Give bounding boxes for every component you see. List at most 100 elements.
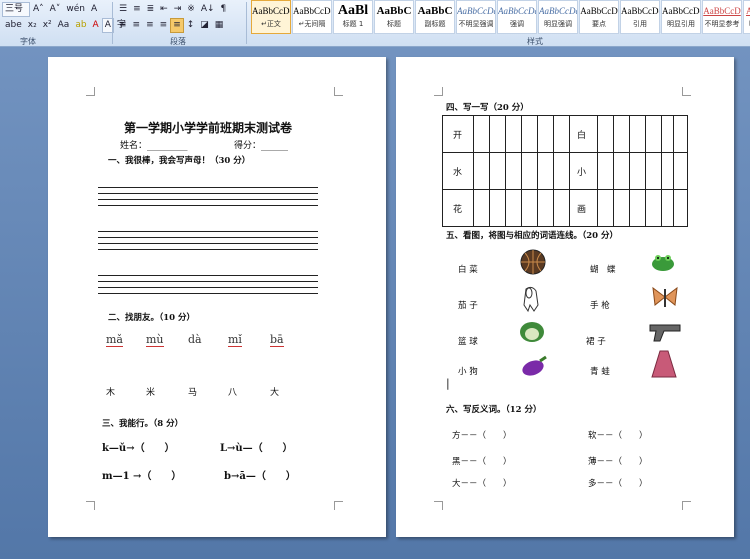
word-left: 小 狗 bbox=[458, 367, 478, 377]
justify-icon[interactable]: ≡ bbox=[157, 18, 171, 33]
shrink-font-icon[interactable]: A˅ bbox=[47, 2, 64, 17]
page-1[interactable]: 第一学期小学学前班期末测试卷 姓名：_________ 得分：______ 一、… bbox=[48, 57, 386, 537]
writing-grid: 开 水 花 白 小 画 bbox=[442, 115, 688, 227]
score-label: 得分：______ bbox=[234, 141, 289, 151]
text-cursor: | bbox=[446, 377, 450, 390]
line-spacing-icon[interactable]: ↕ bbox=[184, 18, 198, 33]
antonym-right: 软－－（ ） bbox=[588, 431, 648, 441]
strike-icon[interactable]: abe bbox=[2, 18, 25, 33]
grid-char: 水 bbox=[453, 168, 463, 178]
shading-icon[interactable]: ◪ bbox=[197, 18, 212, 33]
style-gallery-item[interactable]: AaBbCcDc 明显强调 bbox=[538, 0, 578, 34]
word-left: 篮 球 bbox=[458, 337, 478, 347]
style-gallery-item[interactable]: AaBbCcDc 引用 bbox=[620, 0, 660, 34]
name-label: 姓名：_________ bbox=[120, 141, 188, 151]
grid-char: 开 bbox=[453, 131, 463, 141]
grid-col-line bbox=[613, 116, 614, 226]
grid-char: 小 bbox=[577, 168, 587, 178]
grid-col-line bbox=[521, 116, 522, 226]
margin-mark bbox=[682, 87, 691, 96]
highlight-icon[interactable]: ab bbox=[72, 18, 89, 33]
style-sample: AaBl bbox=[337, 3, 369, 18]
section-4-heading: 四、写一写（20 分） bbox=[446, 103, 529, 113]
char-item: 马 bbox=[188, 388, 198, 398]
style-name: 要点 bbox=[592, 20, 606, 28]
writing-line bbox=[98, 205, 318, 206]
margin-mark bbox=[86, 87, 95, 96]
pinyin-text: bā bbox=[270, 333, 284, 347]
grid-col-line bbox=[505, 116, 506, 226]
exam-title: 第一学期小学学前班期末测试卷 bbox=[124, 121, 293, 135]
cabbage-icon bbox=[520, 322, 544, 342]
style-gallery-item[interactable]: AaBbCcDc ↵无间隔 bbox=[292, 0, 332, 34]
style-name: 明显强调 bbox=[544, 20, 572, 28]
style-sample: AaBbCcDc bbox=[621, 6, 659, 16]
distributed-icon[interactable]: ≡ bbox=[170, 17, 184, 33]
divider bbox=[246, 2, 247, 44]
grid-row-line bbox=[443, 152, 687, 153]
style-gallery-item[interactable]: AaBbCcDc 强调 bbox=[497, 0, 537, 34]
grid-col-line bbox=[489, 116, 490, 226]
writing-line bbox=[98, 281, 318, 282]
pinyin-text: mǐ bbox=[228, 333, 242, 347]
document-area[interactable]: 第一学期小学学前班期末测试卷 姓名：_________ 得分：______ 一、… bbox=[0, 47, 750, 559]
margin-mark bbox=[334, 87, 343, 96]
style-gallery-item[interactable]: AaBbCcDc ↵正文 bbox=[251, 0, 291, 34]
style-name: 副标题 bbox=[424, 20, 446, 28]
style-sample: AaBbCcDc bbox=[539, 6, 577, 16]
page-2[interactable]: 四、写一写（20 分） 开 水 花 白 小 画 五、看图，将图与相应的词语连线。… bbox=[396, 57, 734, 537]
show-marks-icon[interactable]: ¶ bbox=[218, 2, 230, 17]
style-gallery-item[interactable]: AaBbCcD 要点 bbox=[579, 0, 619, 34]
pinyin-item: bā bbox=[270, 333, 284, 347]
bullets-icon[interactable]: ☰ bbox=[116, 2, 130, 17]
increase-indent-icon[interactable]: ⇥ bbox=[171, 2, 185, 17]
exercise-1: k—ǔ→（ ） bbox=[102, 443, 175, 454]
writing-line bbox=[98, 237, 318, 238]
paragraph-row-1: ☰ ≡ ≣ ⇤ ⇥ ※ A↓ ¶ bbox=[116, 2, 229, 16]
align-left-icon[interactable]: ≡ bbox=[116, 18, 130, 33]
style-gallery-item[interactable]: AaBbCcDc 不明显强调 bbox=[456, 0, 496, 34]
superscript-icon[interactable]: x² bbox=[40, 18, 55, 33]
writing-line bbox=[98, 275, 318, 276]
word-right: 青 蛙 bbox=[590, 367, 610, 377]
antonym-right: 多－－（ ） bbox=[588, 479, 648, 489]
style-sample: AaBbC bbox=[417, 5, 453, 17]
style-name: 标题 1 bbox=[342, 20, 364, 28]
group-styles-label: 样式 bbox=[527, 37, 543, 46]
style-sample: AaBbCcDc bbox=[252, 6, 290, 16]
style-gallery-item[interactable]: AaBbC 标题 bbox=[374, 0, 414, 34]
style-name: 明显参考 bbox=[744, 19, 750, 29]
numbering-icon[interactable]: ≡ bbox=[130, 2, 144, 17]
pistol-icon bbox=[649, 324, 681, 342]
decrease-indent-icon[interactable]: ⇤ bbox=[157, 2, 171, 17]
multilevel-icon[interactable]: ≣ bbox=[144, 2, 158, 17]
eggplant-icon bbox=[522, 355, 547, 376]
margin-mark bbox=[86, 501, 95, 510]
divider bbox=[112, 2, 113, 44]
subscript-icon[interactable]: x₂ bbox=[25, 18, 40, 33]
grow-font-icon[interactable]: A˄ bbox=[30, 2, 47, 17]
font-size-select[interactable]: 三号 bbox=[2, 1, 30, 17]
borders-icon[interactable]: ▦ bbox=[212, 18, 227, 33]
font-format-row: abe x₂ x² Aa ab A A 字 bbox=[2, 17, 129, 33]
style-gallery-item[interactable]: AaBbCcD 不明显参考 bbox=[702, 0, 742, 34]
style-gallery-item[interactable]: AaBl 标题 1 bbox=[333, 0, 373, 34]
change-case-icon[interactable]: Aa bbox=[55, 18, 73, 33]
style-gallery-item[interactable]: AaBbC 副标题 bbox=[415, 0, 455, 34]
style-gallery-item[interactable]: AaBbCcDc 明显引用 bbox=[661, 0, 701, 34]
font-color-icon[interactable]: A bbox=[90, 18, 102, 33]
align-right-icon[interactable]: ≡ bbox=[143, 18, 157, 33]
sort-icon[interactable]: A↓ bbox=[198, 2, 218, 17]
char-border-icon[interactable]: A bbox=[88, 2, 100, 17]
section-3-heading: 三、我能行。（8 分） bbox=[102, 419, 184, 429]
style-gallery-item[interactable]: AaBbCcI明显参考 bbox=[743, 0, 750, 34]
margin-mark bbox=[434, 87, 443, 96]
writing-line bbox=[98, 231, 318, 232]
align-center-icon[interactable]: ≡ bbox=[130, 18, 144, 33]
chinese-layout-icon[interactable]: ※ bbox=[184, 2, 198, 17]
writing-line bbox=[98, 287, 318, 288]
style-name: 强调 bbox=[510, 20, 524, 28]
margin-mark bbox=[434, 501, 443, 510]
phonetic-icon[interactable]: wén bbox=[63, 2, 88, 17]
style-name: ↵正文 bbox=[261, 20, 281, 28]
